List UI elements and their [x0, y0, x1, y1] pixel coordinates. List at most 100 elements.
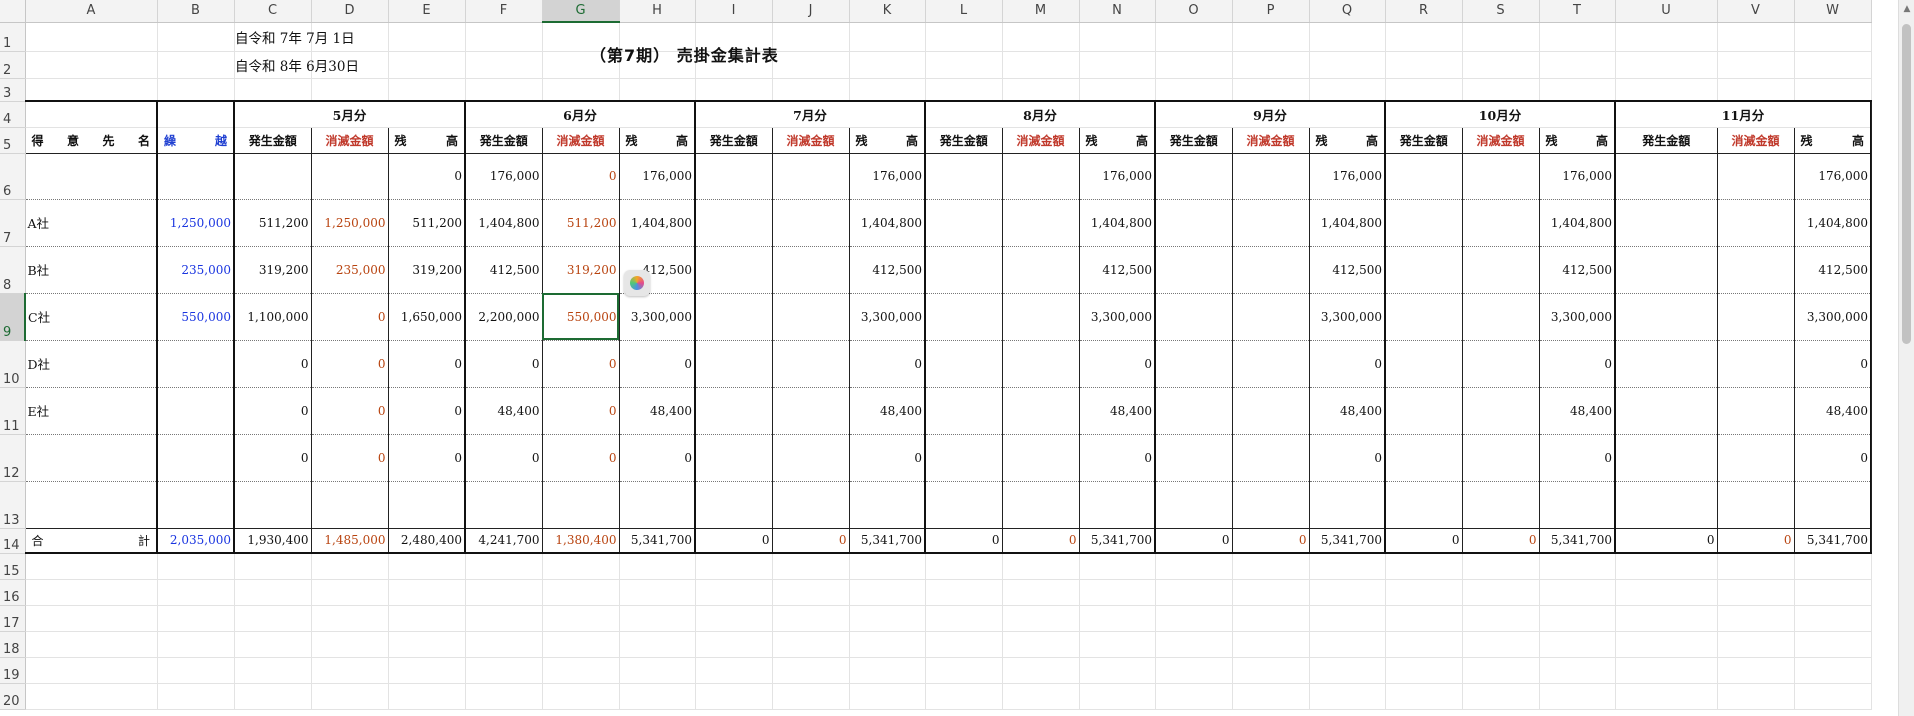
column-header-o[interactable]: O: [1155, 0, 1233, 23]
row-header-1[interactable]: 1: [0, 22, 26, 52]
cell-n7[interactable]: 1,404,800: [1079, 199, 1156, 247]
cell-r20[interactable]: [1385, 683, 1463, 710]
cell-q3[interactable]: [1309, 78, 1386, 102]
cell-j1[interactable]: [772, 22, 850, 52]
cell-p6[interactable]: [1232, 153, 1310, 200]
cell-d7[interactable]: 1,250,000: [311, 199, 389, 247]
cell-f8[interactable]: 412,500: [465, 246, 543, 294]
cell-m18[interactable]: [1002, 631, 1080, 658]
cell-b14[interactable]: 2,035,000: [157, 528, 235, 554]
cell-a7[interactable]: A社: [25, 199, 158, 247]
row-header-10[interactable]: 10: [0, 340, 26, 388]
cell-v17[interactable]: [1717, 605, 1795, 632]
cell-s12[interactable]: [1462, 434, 1540, 482]
cell-w13[interactable]: [1794, 481, 1872, 529]
column-header-v[interactable]: V: [1717, 0, 1795, 23]
cell-u15[interactable]: [1615, 553, 1718, 580]
cell-i3[interactable]: [695, 78, 773, 102]
cell-j14[interactable]: 0: [772, 528, 850, 554]
cell-w16[interactable]: [1794, 579, 1872, 606]
column-header-s[interactable]: S: [1462, 0, 1540, 23]
cell-f14[interactable]: 4,241,700: [465, 528, 543, 554]
cell-k8[interactable]: 412,500: [849, 246, 926, 294]
cell-f6[interactable]: 176,000: [465, 153, 543, 200]
row-header-3[interactable]: 3: [0, 78, 26, 102]
cell-u7[interactable]: [1615, 199, 1718, 247]
cell-d16[interactable]: [311, 579, 389, 606]
cell-g15[interactable]: [542, 553, 620, 580]
cell-j10[interactable]: [772, 340, 850, 388]
cell-i10[interactable]: [695, 340, 773, 388]
cell-u8[interactable]: [1615, 246, 1718, 294]
cell-m19[interactable]: [1002, 657, 1080, 684]
cell-l19[interactable]: [925, 657, 1003, 684]
cell-t12[interactable]: 0: [1539, 434, 1616, 482]
cell-m13[interactable]: [1002, 481, 1080, 529]
cell-j8[interactable]: [772, 246, 850, 294]
cell-q14[interactable]: 5,341,700: [1309, 528, 1386, 554]
cell-l17[interactable]: [925, 605, 1003, 632]
column-header-g[interactable]: G: [542, 0, 620, 23]
row-header-9[interactable]: 9: [0, 293, 26, 341]
cell-r2[interactable]: [1385, 51, 1463, 79]
cell-d14[interactable]: 1,485,000: [311, 528, 389, 554]
cell-n15[interactable]: [1079, 553, 1156, 580]
cell-o6[interactable]: [1155, 153, 1233, 200]
cell-i7[interactable]: [695, 199, 773, 247]
cell-c17[interactable]: [234, 605, 312, 632]
cell-c18[interactable]: [234, 631, 312, 658]
cell-f17[interactable]: [465, 605, 543, 632]
cell-m6[interactable]: [1002, 153, 1080, 200]
cell-a18[interactable]: [25, 631, 158, 658]
cell-w3[interactable]: [1794, 78, 1872, 102]
cell-a17[interactable]: [25, 605, 158, 632]
cell-d11[interactable]: 0: [311, 387, 389, 435]
cell-l15[interactable]: [925, 553, 1003, 580]
cell-e12[interactable]: 0: [388, 434, 466, 482]
cell-i19[interactable]: [695, 657, 773, 684]
cell-r16[interactable]: [1385, 579, 1463, 606]
cell-l20[interactable]: [925, 683, 1003, 710]
cell-r13[interactable]: [1385, 481, 1463, 529]
cell-b19[interactable]: [157, 657, 235, 684]
cell-s11[interactable]: [1462, 387, 1540, 435]
cell-s10[interactable]: [1462, 340, 1540, 388]
cell-n8[interactable]: 412,500: [1079, 246, 1156, 294]
cell-v13[interactable]: [1717, 481, 1795, 529]
column-header-a[interactable]: A: [25, 0, 158, 23]
cell-f15[interactable]: [465, 553, 543, 580]
column-header-m[interactable]: M: [1002, 0, 1080, 23]
cell-f12[interactable]: 0: [465, 434, 543, 482]
cell-j3[interactable]: [772, 78, 850, 102]
cell-s2[interactable]: [1462, 51, 1540, 79]
cell-c11[interactable]: 0: [234, 387, 312, 435]
cell-p13[interactable]: [1232, 481, 1310, 529]
copilot-icon[interactable]: [624, 270, 650, 296]
cell-t6[interactable]: 176,000: [1539, 153, 1616, 200]
cell-n12[interactable]: 0: [1079, 434, 1156, 482]
cell-m16[interactable]: [1002, 579, 1080, 606]
cell-w9[interactable]: 3,300,000: [1794, 293, 1872, 341]
cell-v12[interactable]: [1717, 434, 1795, 482]
select-all-corner[interactable]: [0, 0, 26, 23]
cell-r9[interactable]: [1385, 293, 1463, 341]
cell-f2[interactable]: [465, 51, 543, 79]
cell-v18[interactable]: [1717, 631, 1795, 658]
cell-q13[interactable]: [1309, 481, 1386, 529]
cell-n17[interactable]: [1079, 605, 1156, 632]
cell-p7[interactable]: [1232, 199, 1310, 247]
cell-l12[interactable]: [925, 434, 1003, 482]
cell-o13[interactable]: [1155, 481, 1233, 529]
cell-k19[interactable]: [849, 657, 926, 684]
cell-l18[interactable]: [925, 631, 1003, 658]
cell-p9[interactable]: [1232, 293, 1310, 341]
cell-f7[interactable]: 1,404,800: [465, 199, 543, 247]
row-header-15[interactable]: 15: [0, 553, 26, 580]
cell-k10[interactable]: 0: [849, 340, 926, 388]
cell-o2[interactable]: [1155, 51, 1233, 79]
cell-a12[interactable]: [25, 434, 158, 482]
cell-h7[interactable]: 1,404,800: [619, 199, 696, 247]
cell-u1[interactable]: [1615, 22, 1718, 52]
cell-j7[interactable]: [772, 199, 850, 247]
cell-v11[interactable]: [1717, 387, 1795, 435]
